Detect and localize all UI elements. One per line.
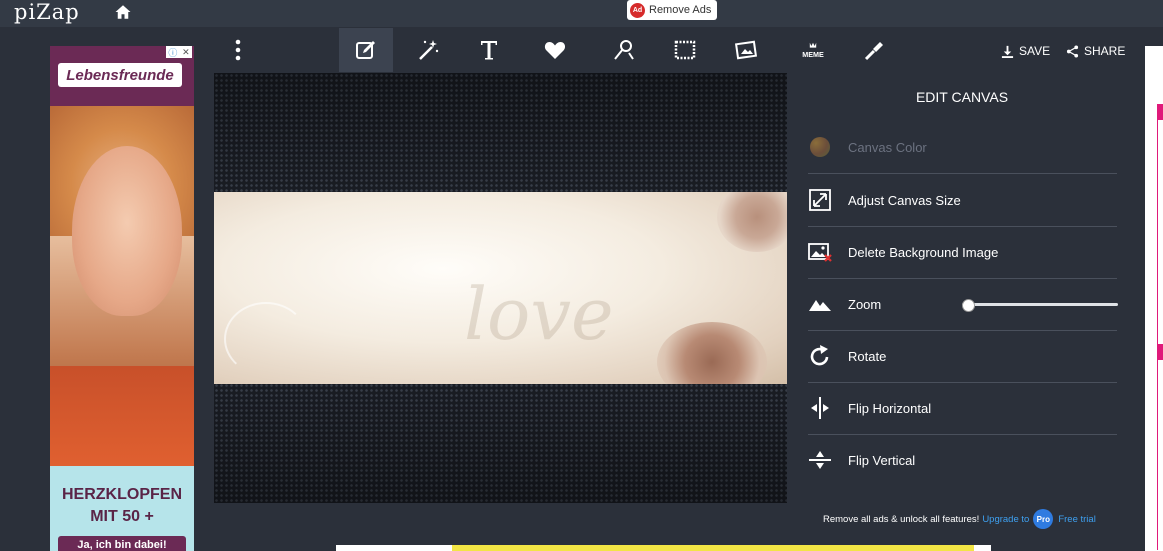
tool-add-photo[interactable] xyxy=(720,28,774,72)
edit-canvas-panel: EDIT CANVAS Canvas Color Adjust Canvas S… xyxy=(789,73,1135,551)
share-button[interactable]: SHARE xyxy=(1066,44,1125,58)
heart-icon xyxy=(544,42,566,59)
rotate-icon xyxy=(810,345,829,366)
border-icon xyxy=(674,40,696,60)
flip-vertical-item[interactable]: Flip Vertical xyxy=(808,434,1117,486)
rotate-label: Rotate xyxy=(848,348,887,364)
tool-paint[interactable] xyxy=(596,28,650,72)
love-watermark: love xyxy=(464,272,614,356)
ad-cta-button[interactable]: Ja, ich bin dabei! xyxy=(58,536,186,551)
rose-decoration xyxy=(717,192,787,252)
color-dot-icon xyxy=(810,137,830,157)
rose-decoration xyxy=(657,322,767,384)
zoom-item: Zoom xyxy=(808,278,1118,331)
flip-vertical-icon xyxy=(809,451,831,469)
tool-stickers[interactable] xyxy=(528,28,582,72)
upgrade-link[interactable]: Upgrade to xyxy=(982,514,1029,525)
add-photo-icon xyxy=(735,40,758,60)
meme-icon: MEME xyxy=(802,42,824,59)
resize-icon xyxy=(809,189,831,211)
promo-text: Remove all ads & unlock all features! xyxy=(823,513,980,525)
tool-touch-up[interactable] xyxy=(848,28,902,72)
app-logo[interactable]: piZap xyxy=(14,0,80,24)
zoom-mountain-icon xyxy=(809,300,831,311)
edit-icon xyxy=(356,41,375,59)
panel-title: EDIT CANVAS xyxy=(915,89,1009,105)
remove-ads-button[interactable]: Ad Remove Ads xyxy=(627,0,718,20)
share-label: SHARE xyxy=(1084,44,1126,58)
flip-horizontal-label: Flip Horizontal xyxy=(848,400,932,416)
canvas-color-item: Canvas Color xyxy=(808,121,1117,174)
download-icon xyxy=(1001,45,1014,58)
canvas-color-label: Canvas Color xyxy=(848,139,927,155)
tool-effects[interactable] xyxy=(401,28,455,72)
close-icon[interactable]: ✕ xyxy=(182,47,190,58)
adjust-canvas-size-label: Adjust Canvas Size xyxy=(848,192,961,208)
home-icon[interactable] xyxy=(114,3,132,21)
editor-canvas[interactable]: love xyxy=(214,73,787,503)
ad-brand: Lebensfreunde xyxy=(58,63,182,87)
save-button[interactable]: SAVE xyxy=(1001,44,1050,58)
delete-image-icon xyxy=(808,243,832,262)
adchoices[interactable]: ⓘ ✕ xyxy=(166,46,192,58)
flip-horizontal-item[interactable]: Flip Horizontal xyxy=(808,382,1117,435)
tool-meme[interactable]: MEME xyxy=(786,28,840,72)
adjust-canvas-size-item[interactable]: Adjust Canvas Size xyxy=(808,174,1117,227)
tool-borders[interactable] xyxy=(658,28,712,72)
pro-badge[interactable]: Pro xyxy=(1033,509,1054,529)
remove-ads-label: Remove Ads xyxy=(649,4,712,16)
text-icon xyxy=(481,41,497,60)
delete-background-image-item[interactable]: Delete Background Image xyxy=(808,226,1117,279)
share-icon xyxy=(1066,44,1079,58)
tool-edit[interactable] xyxy=(339,28,393,72)
upgrade-promo: Remove all ads & unlock all features! Up… xyxy=(823,509,1123,529)
ad-headline: HERZKLOPFEN MIT 50 + xyxy=(62,486,182,525)
magic-wand-icon xyxy=(419,40,439,60)
meme-label: MEME xyxy=(802,50,824,59)
flip-vertical-label: Flip Vertical xyxy=(848,452,916,468)
tool-text[interactable] xyxy=(462,28,516,72)
zoom-slider-track[interactable] xyxy=(962,303,1118,306)
paint-icon xyxy=(614,40,634,60)
zoom-slider-thumb[interactable] xyxy=(962,299,975,312)
left-advertisement[interactable]: Lebensfreunde ⓘ ✕ HERZKLOPFEN MIT 50 + J… xyxy=(50,46,194,551)
free-trial-link[interactable]: Free trial xyxy=(1058,514,1095,525)
top-bar: piZap Ad Remove Ads xyxy=(0,0,1163,27)
zoom-slider[interactable] xyxy=(962,278,1118,330)
right-advertisement[interactable] xyxy=(1145,46,1163,551)
brush-icon xyxy=(864,42,883,61)
save-label: SAVE xyxy=(1019,44,1051,58)
flip-horizontal-icon xyxy=(811,397,829,419)
bottom-ad-banner[interactable] xyxy=(336,545,991,551)
rotate-item[interactable]: Rotate xyxy=(808,330,1117,383)
ad-badge-icon: Ad xyxy=(630,2,645,18)
ad-photo xyxy=(50,106,194,466)
background-image[interactable]: love xyxy=(214,192,787,384)
zoom-label: Zoom xyxy=(848,296,882,312)
info-icon[interactable]: ⓘ xyxy=(168,46,177,59)
delete-background-image-label: Delete Background Image xyxy=(848,244,999,260)
